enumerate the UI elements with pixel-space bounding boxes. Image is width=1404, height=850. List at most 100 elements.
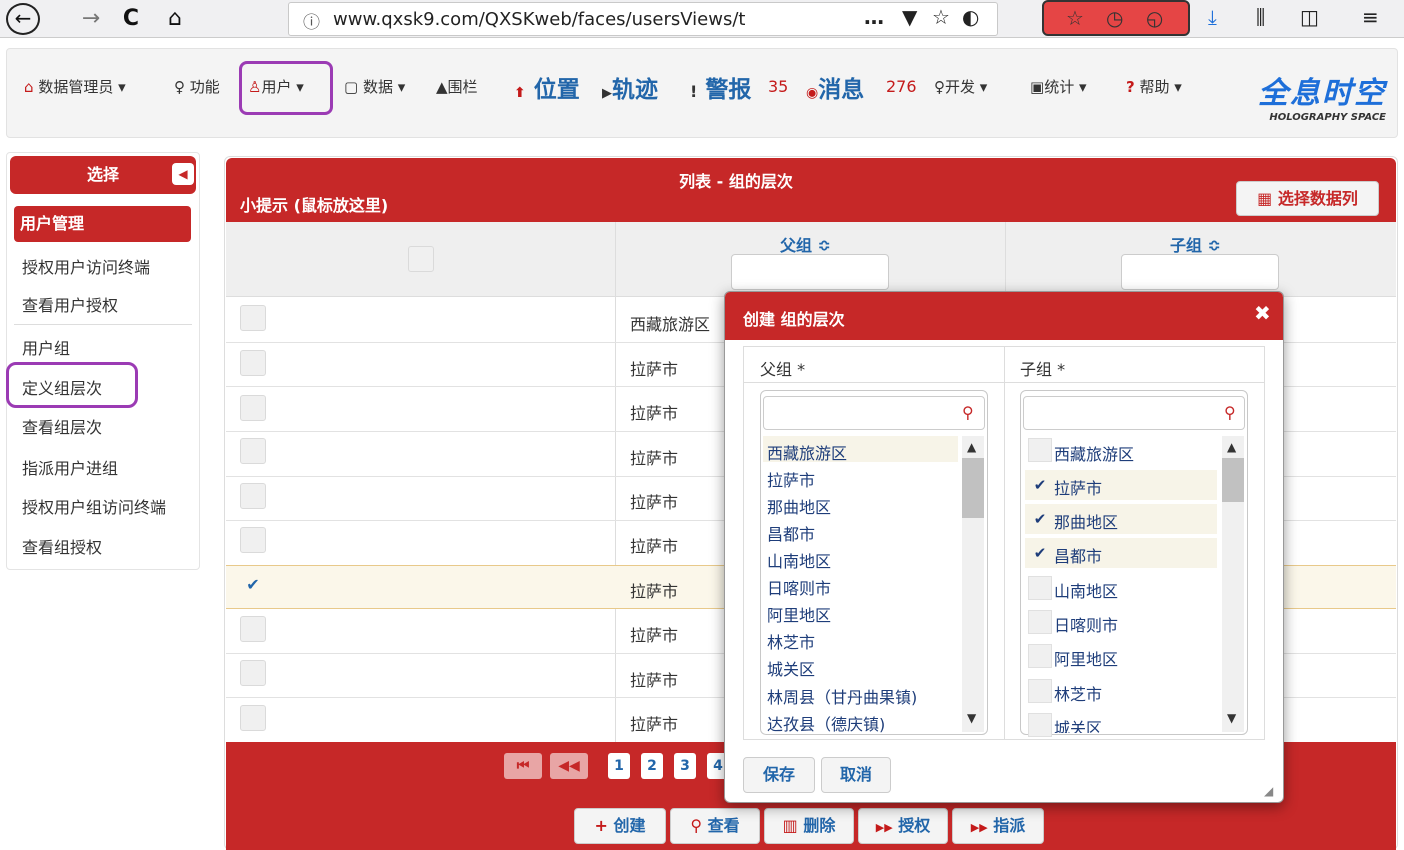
more-icon[interactable]: …	[864, 5, 884, 29]
child-scroll-thumb[interactable]	[1222, 458, 1244, 502]
parent-option[interactable]: 林周县（甘丹曲果镇)	[767, 684, 917, 708]
forward-icon[interactable]: →	[76, 4, 106, 34]
menu-icon[interactable]: ≡	[1362, 5, 1379, 29]
sidebar-item-grant-user-terminal[interactable]: 授权用户访问终端	[22, 254, 150, 278]
history-icon[interactable]: ◵	[1146, 6, 1163, 30]
url-bar[interactable]: ⓘ www.qxsk9.com/QXSKweb/faces/usersViews…	[288, 2, 998, 36]
back-icon[interactable]: ←	[6, 3, 40, 35]
sidebar-item-view-user-grant[interactable]: 查看用户授权	[22, 292, 118, 316]
sidebar-icon[interactable]: ◫	[1300, 5, 1319, 29]
sidebar-item-assign-user[interactable]: 指派用户进组	[22, 455, 118, 479]
row-checkbox[interactable]	[240, 705, 266, 731]
child-option-checkbox[interactable]	[1028, 679, 1052, 703]
column-header-parent[interactable]: 父组 ≎	[780, 232, 831, 256]
first-page-button[interactable]: ⏮	[504, 753, 542, 779]
parent-option[interactable]: 山南地区	[767, 548, 831, 572]
cancel-button[interactable]: 取消	[821, 757, 891, 793]
view-button[interactable]: ⚲ 查看	[670, 808, 760, 844]
sidebar-item-user-management[interactable]: 用户管理	[14, 206, 191, 242]
grant-button[interactable]: ▶▶ 授权	[858, 808, 948, 844]
info-icon[interactable]: ⓘ	[303, 8, 320, 33]
row-checkbox[interactable]	[240, 350, 266, 376]
child-option-checkbox[interactable]	[1028, 576, 1052, 600]
child-option-checked-icon[interactable]: ✔	[1028, 507, 1052, 531]
extension-icon[interactable]: ◐	[962, 5, 979, 29]
scroll-down-icon[interactable]: ▼	[1227, 711, 1236, 725]
child-option[interactable]: 日喀则市	[1054, 612, 1118, 636]
row-checkbox[interactable]	[240, 660, 266, 686]
child-option[interactable]: 昌都市	[1054, 543, 1102, 567]
child-option[interactable]: 林芝市	[1054, 681, 1102, 705]
nav-message[interactable]: ◉消息	[806, 70, 864, 104]
scroll-up-icon[interactable]: ▲	[1227, 440, 1236, 454]
prev-page-button[interactable]: ◀◀	[550, 753, 588, 779]
parent-option[interactable]: 昌都市	[767, 521, 815, 545]
star-icon[interactable]: ☆	[1066, 6, 1084, 30]
save-button[interactable]: 保存	[743, 757, 815, 793]
child-option-checkbox[interactable]	[1028, 610, 1052, 634]
nav-track[interactable]: ▶轨迹	[602, 70, 658, 104]
parent-scroll-thumb[interactable]	[962, 458, 984, 518]
nav-data[interactable]: ▢ 数据 ▾	[344, 76, 405, 97]
collapse-icon[interactable]: ◀	[172, 163, 194, 185]
row-checkbox-checked[interactable]: ✔	[240, 572, 266, 598]
parent-search-input[interactable]	[763, 396, 985, 430]
nav-alarm[interactable]: ! 警报	[690, 70, 751, 104]
nav-fence[interactable]: ▲围栏	[436, 76, 478, 97]
child-option-checkbox[interactable]	[1028, 713, 1052, 737]
clock-icon[interactable]: ◷	[1106, 6, 1123, 30]
child-option-checked-icon[interactable]: ✔	[1028, 473, 1052, 497]
nav-dev[interactable]: ♀开发 ▾	[934, 76, 987, 97]
child-option-checkbox[interactable]	[1028, 438, 1052, 462]
parent-option[interactable]: 那曲地区	[767, 494, 831, 518]
select-all-checkbox[interactable]	[408, 246, 434, 272]
child-option[interactable]: 那曲地区	[1054, 509, 1118, 533]
row-checkbox[interactable]	[240, 616, 266, 642]
column-header-child[interactable]: 子组 ≎	[1170, 232, 1221, 256]
page-button[interactable]: 3	[674, 753, 696, 779]
reload-icon[interactable]: C	[116, 4, 146, 34]
close-icon[interactable]: ✖	[1254, 301, 1271, 325]
row-checkbox[interactable]	[240, 438, 266, 464]
row-checkbox[interactable]	[240, 527, 266, 553]
create-button[interactable]: + 创建	[574, 808, 666, 844]
search-icon[interactable]: ⚲	[1224, 403, 1236, 422]
page-button[interactable]: 1	[608, 753, 630, 779]
child-option[interactable]: 拉萨市	[1054, 475, 1102, 499]
sidebar-item-user-group[interactable]: 用户组	[22, 335, 70, 359]
pocket-icon[interactable]: ▼	[902, 5, 917, 29]
parent-filter-input[interactable]	[731, 254, 889, 290]
nav-stats[interactable]: ▣统计 ▾	[1030, 76, 1087, 97]
sidebar-item-view-hierarchy[interactable]: 查看组层次	[22, 414, 102, 438]
child-option-checkbox[interactable]	[1028, 644, 1052, 668]
row-checkbox[interactable]	[240, 395, 266, 421]
parent-option[interactable]: 西藏旅游区	[767, 440, 847, 464]
parent-option[interactable]: 日喀则市	[767, 575, 831, 599]
home-icon[interactable]: ⌂	[160, 4, 190, 34]
parent-option[interactable]: 拉萨市	[767, 467, 815, 491]
panel-hint[interactable]: 小提示 (鼠标放这里)	[240, 192, 388, 216]
child-option[interactable]: 西藏旅游区	[1054, 441, 1134, 465]
sidebar-item-view-group-grant[interactable]: 查看组授权	[22, 534, 102, 558]
scroll-up-icon[interactable]: ▲	[967, 440, 976, 454]
nav-help[interactable]: ? 帮助 ▾	[1126, 76, 1182, 97]
search-icon[interactable]: ⚲	[962, 403, 974, 422]
parent-option[interactable]: 城关区	[767, 656, 815, 680]
nav-location[interactable]: ⬆ 位置	[514, 70, 580, 104]
child-option[interactable]: 城关区	[1054, 715, 1102, 733]
bookmark-star-icon[interactable]: ☆	[932, 5, 950, 29]
child-filter-input[interactable]	[1121, 254, 1279, 290]
parent-option[interactable]: 林芝市	[767, 629, 815, 653]
child-option[interactable]: 山南地区	[1054, 578, 1118, 602]
child-option[interactable]: 阿里地区	[1054, 646, 1118, 670]
library-icon[interactable]: ⫼	[1256, 5, 1265, 29]
child-option-checked-icon[interactable]: ✔	[1028, 541, 1052, 565]
parent-option[interactable]: 达孜县（德庆镇)	[767, 711, 885, 735]
resize-grip-icon[interactable]: ◢	[1264, 784, 1273, 798]
sidebar-item-grant-group-terminal[interactable]: 授权用户组访问终端	[22, 494, 166, 518]
nav-function[interactable]: ♀ 功能	[174, 76, 220, 97]
assign-button[interactable]: ▶▶ 指派	[952, 808, 1044, 844]
parent-option[interactable]: 阿里地区	[767, 602, 831, 626]
row-checkbox[interactable]	[240, 305, 266, 331]
row-checkbox[interactable]	[240, 483, 266, 509]
